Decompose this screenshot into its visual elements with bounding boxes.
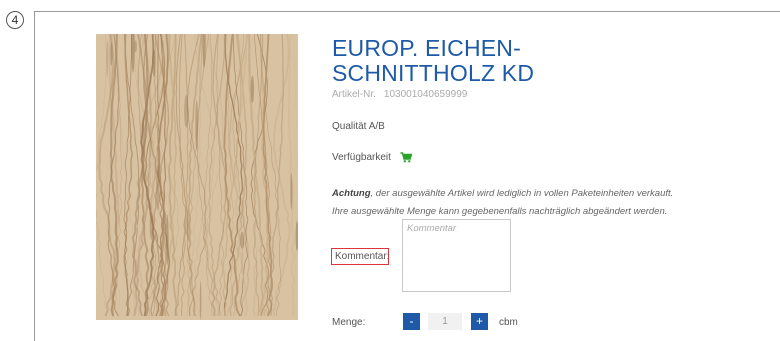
article-number-value: 103001040659999 (383, 89, 468, 100)
quantity-decrease-button[interactable]: - (403, 313, 420, 330)
comment-textarea[interactable] (402, 219, 511, 292)
product-image-oak-wood (96, 34, 298, 320)
notice-line-2: Ihre ausgewählte Menge kann gegebenenfal… (332, 206, 668, 217)
product-title-line-2: SCHNITTHOLZ KD (332, 60, 535, 86)
step-number-badge: 4 (6, 11, 24, 29)
availability-label: Verfügbarkeit (332, 152, 391, 163)
quality-text: Qualität A/B (332, 121, 385, 132)
product-title: EUROP. EICHEN- SCHNITTHOLZ KD (332, 36, 752, 86)
quantity-unit: cbm (499, 317, 518, 328)
comment-label: Kommentar: (331, 248, 389, 265)
cart-icon (400, 152, 413, 163)
notice-emphasis: Achtung (332, 188, 371, 199)
notice-line-1-text: , der ausgewählte Artikel wird lediglich… (370, 188, 674, 199)
article-number-row: Artikel-Nr. 103001040659999 (332, 89, 467, 100)
frame-border-left (34, 11, 35, 341)
notice-line-1: Achtung, der ausgewählte Artikel wird le… (332, 185, 752, 203)
quantity-input[interactable] (428, 313, 462, 330)
frame-border-top (34, 11, 780, 12)
quantity-increase-button[interactable]: + (471, 313, 488, 330)
package-unit-notice: Achtung, der ausgewählte Artikel wird le… (332, 185, 752, 221)
quantity-label: Menge: (332, 317, 366, 328)
availability-row: Verfügbarkeit (332, 152, 413, 163)
product-title-line-1: EUROP. EICHEN- (332, 35, 521, 61)
article-number-label: Artikel-Nr. (332, 89, 376, 100)
